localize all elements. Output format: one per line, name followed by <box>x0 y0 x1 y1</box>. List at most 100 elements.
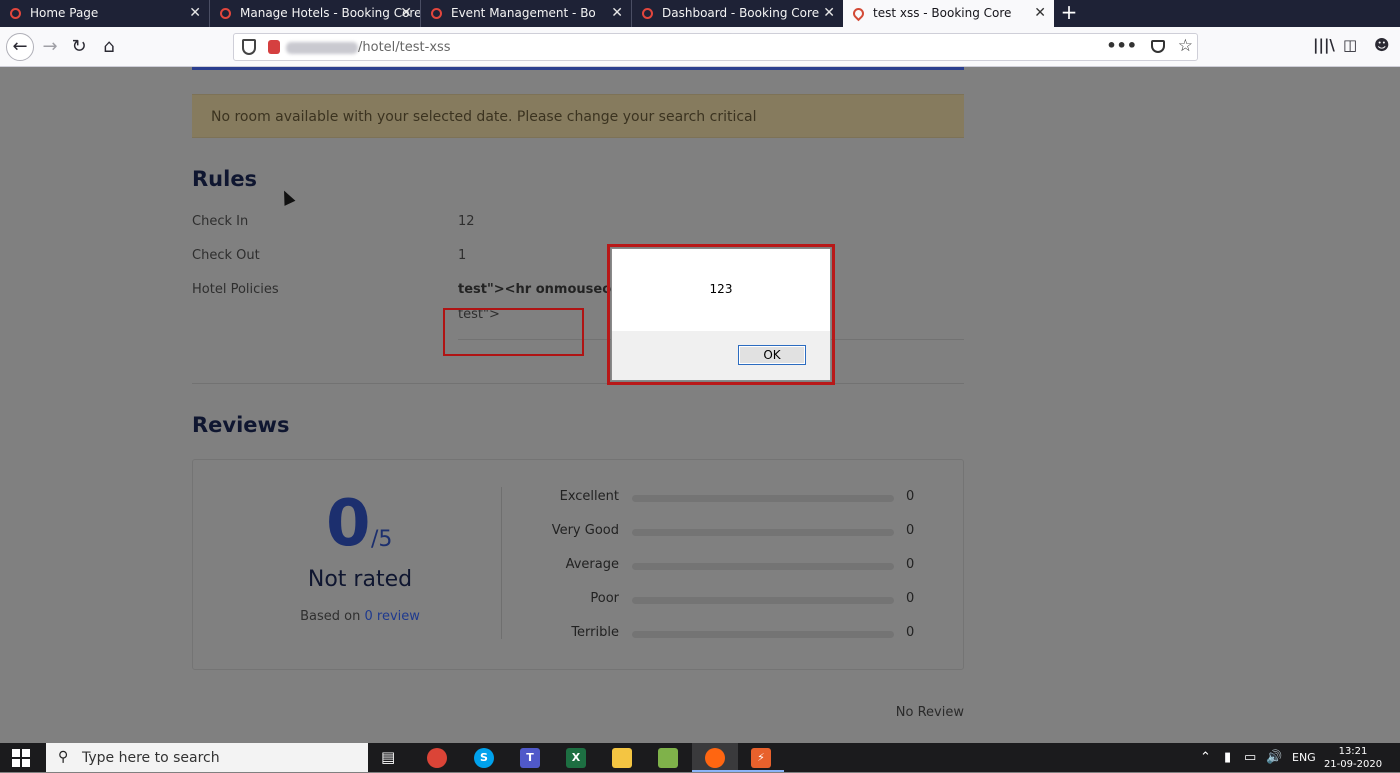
based-on-prefix: Based on <box>300 609 361 624</box>
task-view-icon[interactable]: ▤ <box>381 743 395 772</box>
review-score: 0 <box>326 487 371 561</box>
bookmark-star-icon[interactable]: ☆ <box>1178 36 1193 56</box>
tracking-shield-icon[interactable] <box>242 39 256 55</box>
back-arrow-icon[interactable]: ← <box>6 33 34 61</box>
tab-label: Dashboard - Booking Core <box>662 6 820 20</box>
taskbar-search-placeholder: Type here to search <box>82 750 220 766</box>
hotel-policies-label: Hotel Policies <box>192 282 279 297</box>
excel-icon[interactable]: X <box>566 748 586 768</box>
url-path[interactable]: /hotel/test-xss <box>358 34 451 61</box>
forward-arrow-icon[interactable]: → <box>38 35 62 59</box>
volume-icon[interactable]: 🔊 <box>1266 743 1282 772</box>
notepad-plus-icon[interactable] <box>658 748 678 768</box>
ok-button[interactable]: OK <box>738 345 806 365</box>
firefox-icon[interactable] <box>705 748 725 768</box>
tab-test-xss[interactable]: test xss - Booking Core ✕ <box>843 0 1054 27</box>
tab-event-management[interactable]: Event Management - Booking Core ✕ <box>421 0 632 27</box>
alert-dialog: 123 OK <box>611 248 831 381</box>
tab-close-icon[interactable]: ✕ <box>1034 0 1046 27</box>
tab-dashboard[interactable]: Dashboard - Booking Core ✕ <box>632 0 843 27</box>
library-icon[interactable]: |||\ <box>1313 36 1335 54</box>
browser-toolbar: ← → ↻ ⌂ /hotel/test-xss ••• ☆ |||\ ◫ ☻ <box>0 27 1400 67</box>
reviews-heading: Reviews <box>192 413 290 437</box>
based-on-text: Based on 0 review <box>192 609 528 624</box>
section-divider <box>192 383 964 384</box>
tab-manage-hotels[interactable]: Manage Hotels - Booking Core ✕ <box>210 0 421 27</box>
file-explorer-icon[interactable] <box>612 748 632 768</box>
rating-text: Not rated <box>307 567 413 592</box>
tab-label: test xss - Booking Core <box>873 6 1012 20</box>
chrome-icon[interactable] <box>427 748 447 768</box>
rating-label: Poor <box>590 591 619 606</box>
availability-alert: No room available with your selected dat… <box>192 94 964 138</box>
rating-progress-bar <box>632 563 894 570</box>
hotel-policies-title: test"><hr onmouseov <box>458 282 620 297</box>
tab-close-icon[interactable]: ✕ <box>189 0 201 27</box>
sidebar-icon[interactable]: ◫ <box>1343 36 1357 54</box>
rating-progress-bar <box>632 631 894 638</box>
check-in-label: Check In <box>192 214 249 229</box>
site-favicon-icon <box>10 8 21 19</box>
rating-label: Average <box>565 557 619 572</box>
battery-icon[interactable]: ▮ <box>1224 743 1231 772</box>
redacted-hostname <box>286 42 358 54</box>
rating-count: 0 <box>906 489 915 504</box>
site-favicon-icon <box>431 8 442 19</box>
rating-count: 0 <box>906 557 915 572</box>
taskbar-search-box[interactable]: ⚲ Type here to search <box>46 743 368 772</box>
home-icon[interactable]: ⌂ <box>97 35 121 59</box>
chevron-up-icon[interactable]: ⌃ <box>1200 743 1211 772</box>
rating-label: Very Good <box>551 523 619 538</box>
rating-progress-bar <box>632 597 894 604</box>
check-out-value: 1 <box>458 248 467 263</box>
check-in-value: 12 <box>458 214 475 229</box>
taskbar-clock[interactable]: 13:21 21-09-2020 <box>1320 745 1386 771</box>
language-indicator[interactable]: ENG <box>1292 743 1316 772</box>
clock-date: 21-09-2020 <box>1323 759 1383 770</box>
header-accent-line <box>192 67 964 70</box>
page-content: No room available with your selected dat… <box>0 67 1400 743</box>
mouse-cursor-icon <box>278 188 296 206</box>
reload-icon[interactable]: ↻ <box>67 35 91 59</box>
rating-label: Terrible <box>571 625 619 640</box>
site-favicon-icon <box>642 8 653 19</box>
rating-count: 0 <box>906 591 915 606</box>
page-actions-icon[interactable]: ••• <box>1106 34 1137 58</box>
windows-start-icon[interactable] <box>12 749 30 767</box>
rating-label: Excellent <box>559 489 619 504</box>
tab-close-icon[interactable]: ✕ <box>823 0 835 27</box>
check-out-label: Check Out <box>192 248 260 263</box>
map-pin-favicon-icon <box>850 5 867 22</box>
clock-time: 13:21 <box>1338 746 1368 757</box>
review-count-link[interactable]: 0 review <box>364 609 419 624</box>
pocket-icon[interactable] <box>1151 40 1165 53</box>
burp-suite-icon[interactable]: ⚡ <box>751 748 771 768</box>
address-bar[interactable]: /hotel/test-xss ••• ☆ <box>233 33 1198 61</box>
rating-progress-bar <box>632 529 894 536</box>
rating-count: 0 <box>906 523 915 538</box>
windows-taskbar: ⚲ Type here to search ▤ S T X ⚡ ⌃ ▮ ▭ 🔊 … <box>0 743 1400 772</box>
tab-label: Event Management - Booking Core <box>451 6 595 20</box>
new-tab-button[interactable]: + <box>1058 0 1080 27</box>
tab-home-page[interactable]: Home Page ✕ <box>0 0 210 27</box>
browser-tab-bar: Home Page ✕ Manage Hotels - Booking Core… <box>0 0 1400 27</box>
tab-label: Manage Hotels - Booking Core <box>240 6 421 20</box>
rating-count: 0 <box>906 625 915 640</box>
tab-close-icon[interactable]: ✕ <box>400 0 412 27</box>
skype-icon[interactable]: S <box>474 748 494 768</box>
rules-heading: Rules <box>192 167 258 191</box>
account-icon[interactable]: ☻ <box>1374 36 1390 54</box>
teams-icon[interactable]: T <box>520 748 540 768</box>
alert-message: 123 <box>709 282 733 296</box>
site-favicon-icon <box>220 8 231 19</box>
rating-progress-bar <box>632 495 894 502</box>
highlight-annotation-box <box>443 308 584 356</box>
alert-dialog-body: 123 <box>612 249 830 331</box>
search-icon: ⚲ <box>58 749 69 765</box>
tab-close-icon[interactable]: ✕ <box>611 0 623 27</box>
insecure-lock-icon[interactable] <box>268 40 280 54</box>
review-score-max: /5 <box>371 527 393 552</box>
no-review-text: No Review <box>895 705 964 720</box>
tab-label: Home Page <box>30 6 99 20</box>
network-icon[interactable]: ▭ <box>1244 743 1256 772</box>
